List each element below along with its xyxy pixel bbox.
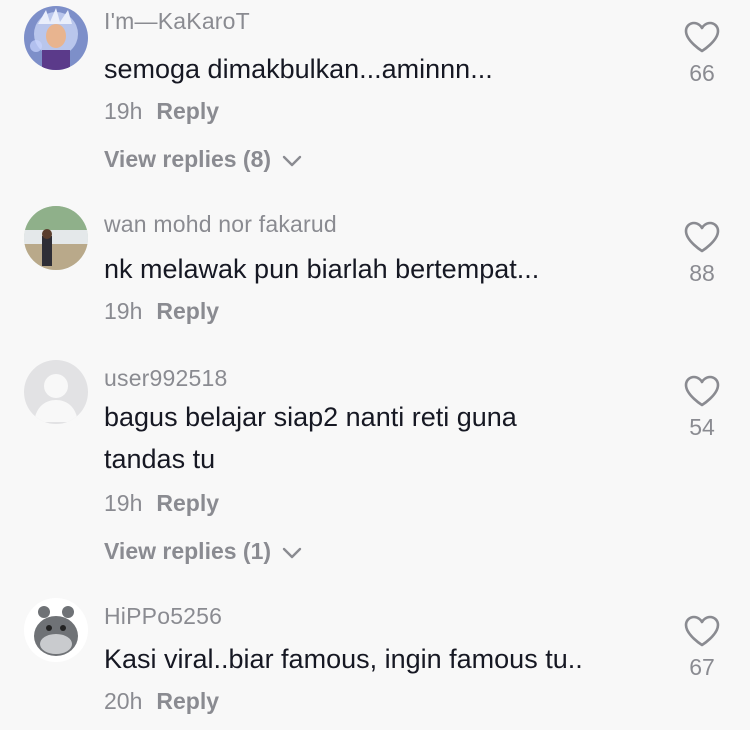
reply-button[interactable]: Reply (156, 298, 219, 324)
avatar[interactable] (24, 360, 88, 424)
like-area: 66 (680, 20, 724, 87)
comment-time: 20h (104, 688, 143, 714)
comment-meta: 19h Reply (104, 298, 219, 325)
chevron-down-icon (283, 155, 302, 167)
comment-text: bagus belajar siap2 nanti reti guna tand… (104, 402, 517, 474)
comment-text: semoga dimakbulkan...aminnn... (104, 54, 493, 84)
like-count: 54 (689, 414, 715, 440)
comment-username[interactable]: HiPPo5256 (104, 603, 222, 630)
comment-text: Kasi viral..biar famous, ingin famous tu… (104, 644, 583, 674)
avatar[interactable] (24, 598, 88, 662)
heart-outline-icon[interactable] (683, 374, 721, 408)
like-count: 88 (689, 260, 715, 286)
like-area: 88 (680, 220, 724, 287)
comment-username[interactable]: user992518 (104, 365, 228, 392)
heart-outline-icon[interactable] (683, 20, 721, 54)
avatar[interactable] (24, 206, 88, 270)
like-count: 67 (689, 654, 715, 680)
comment-time: 19h (104, 490, 143, 516)
like-count: 66 (689, 60, 715, 86)
comment-username[interactable]: wan mohd nor fakarud (104, 211, 337, 238)
reply-button[interactable]: Reply (156, 98, 219, 124)
comment-meta: 19h Reply (104, 490, 219, 517)
chevron-down-icon (283, 547, 302, 559)
comment-time: 19h (104, 298, 143, 324)
heart-outline-icon[interactable] (683, 220, 721, 254)
comment-meta: 19h Reply (104, 98, 219, 125)
view-replies-label: View replies (8) (104, 146, 272, 172)
avatar[interactable] (24, 6, 88, 70)
heart-outline-icon[interactable] (683, 614, 721, 648)
like-area: 54 (680, 374, 724, 441)
comment-time: 19h (104, 98, 143, 124)
comment-meta: 20h Reply (104, 688, 219, 715)
comment-text: nk melawak pun biarlah bertempat... (104, 254, 540, 284)
view-replies-button[interactable]: View replies (1) (104, 538, 303, 565)
view-replies-label: View replies (1) (104, 538, 272, 564)
reply-button[interactable]: Reply (156, 688, 219, 714)
comment-username[interactable]: I'm—KaKaroT (104, 8, 250, 35)
view-replies-button[interactable]: View replies (8) (104, 146, 303, 173)
reply-button[interactable]: Reply (156, 490, 219, 516)
like-area: 67 (680, 614, 724, 681)
